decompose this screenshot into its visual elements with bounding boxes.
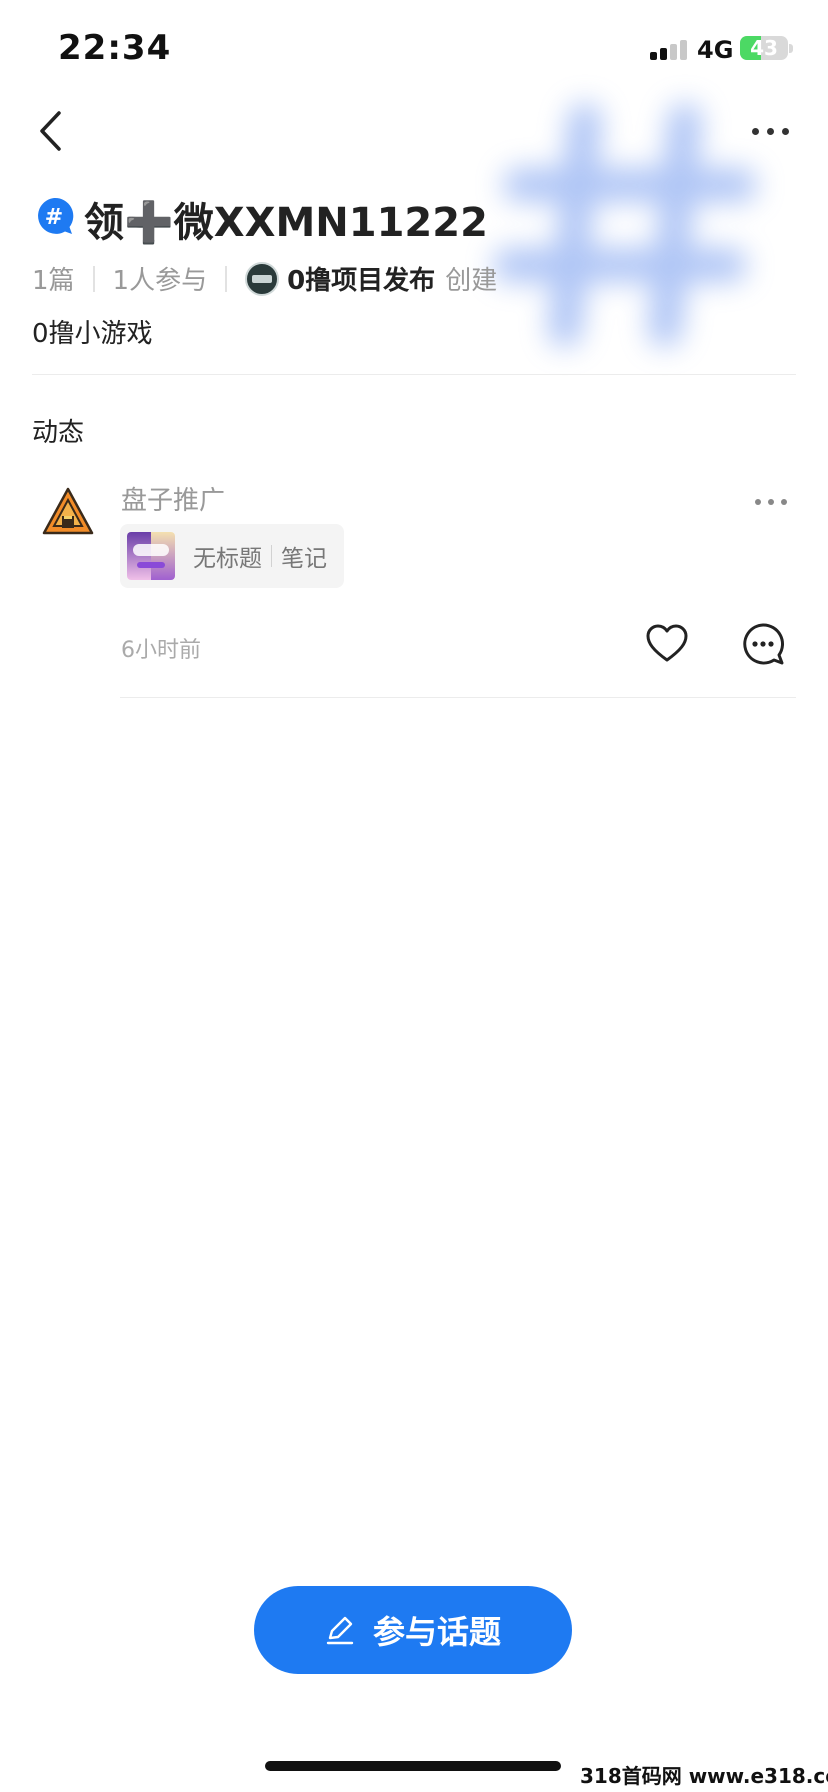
svg-text:#: # bbox=[45, 205, 63, 230]
meta-divider bbox=[92, 265, 95, 292]
battery-icon: 43 bbox=[740, 36, 788, 60]
header-divider bbox=[32, 374, 796, 375]
creator-name[interactable]: 0撸项目发布 bbox=[287, 260, 435, 297]
topic-description: 0撸小游戏 bbox=[32, 319, 153, 349]
join-topic-label: 参与话题 bbox=[372, 1613, 501, 1651]
signal-icon bbox=[650, 38, 690, 60]
back-button[interactable] bbox=[28, 106, 72, 156]
status-time: 22:34 bbox=[58, 28, 172, 68]
participant-count: 1人参与 bbox=[112, 266, 208, 296]
post-time: 6小时前 bbox=[121, 638, 201, 663]
post-more-button[interactable] bbox=[746, 490, 796, 514]
network-label: 4G bbox=[697, 36, 734, 64]
author-avatar[interactable] bbox=[42, 486, 94, 536]
note-divider bbox=[271, 545, 272, 567]
more-button[interactable] bbox=[742, 116, 798, 146]
post-count: 1篇 bbox=[32, 266, 75, 296]
creator-action: 创建 bbox=[445, 266, 498, 296]
comment-icon[interactable] bbox=[741, 622, 785, 666]
note-card[interactable]: 无标题 笔记 bbox=[120, 524, 344, 588]
topic-title: 领➕微XXMN11222 bbox=[84, 200, 488, 246]
chevron-left-icon bbox=[40, 111, 61, 151]
note-title: 无标题 bbox=[193, 546, 262, 572]
background-hash-decoration bbox=[493, 103, 757, 347]
hashtag-bubble-icon: # bbox=[38, 197, 74, 234]
post-divider bbox=[120, 697, 796, 698]
battery-tip bbox=[789, 44, 793, 53]
meta-divider bbox=[225, 265, 228, 292]
join-topic-button[interactable]: 参与话题 bbox=[254, 1586, 572, 1674]
note-type: 笔记 bbox=[281, 546, 327, 572]
post-author[interactable]: 盘子推广 bbox=[121, 480, 225, 517]
creator-avatar[interactable] bbox=[245, 261, 280, 296]
pencil-icon bbox=[326, 1616, 354, 1645]
battery-level: 43 bbox=[750, 36, 778, 60]
note-thumbnail bbox=[127, 532, 175, 580]
heart-icon[interactable] bbox=[645, 622, 689, 666]
watermark: 318首码网 www.e318.com bbox=[580, 1764, 828, 1788]
more-horizontal-icon bbox=[751, 127, 759, 135]
topic-meta: 1篇 1人参与 0撸项目发布 创建 bbox=[32, 260, 497, 297]
more-horizontal-icon bbox=[755, 499, 761, 505]
section-title: 动态 bbox=[32, 418, 85, 448]
home-indicator[interactable] bbox=[265, 1761, 561, 1771]
